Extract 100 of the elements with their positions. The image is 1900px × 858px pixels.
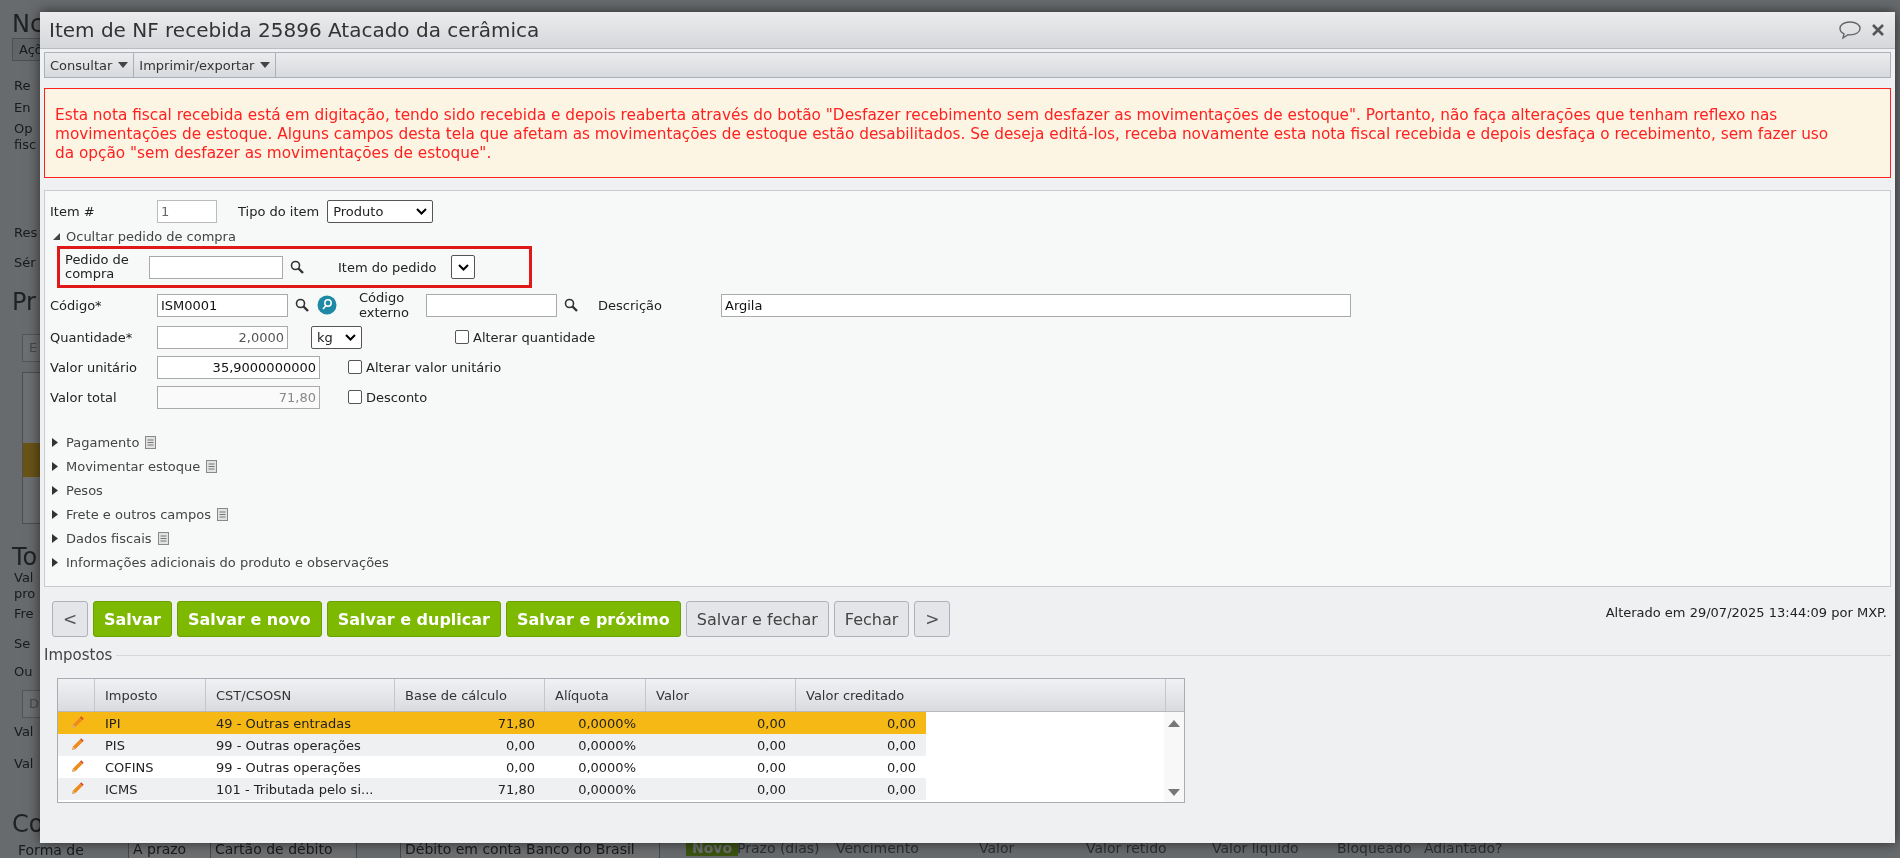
scroll-up-icon[interactable] [1167, 718, 1181, 728]
triangle-icon [52, 508, 59, 520]
chevron-icon [416, 208, 428, 215]
chevron-icon [345, 333, 356, 341]
table-cell-text: 0,00 [756, 737, 787, 753]
section-toggle[interactable]: Pagamento [50, 434, 140, 450]
section-toggle[interactable]: Frete e outros campos [50, 506, 211, 522]
chat-icon[interactable] [1838, 20, 1862, 40]
column-header: Adiantado? [1424, 840, 1503, 856]
table-cell-text: 0,00 [886, 781, 917, 797]
triangle-icon [52, 460, 59, 472]
column-header: Prazo (dias) [737, 840, 820, 856]
table-cell-text: 71,80 [496, 715, 536, 731]
table-cell-text: 71,80 [496, 781, 536, 797]
table-cell-text: 0,00 [505, 759, 536, 775]
checkbox[interactable]: Desconto [348, 389, 428, 405]
input-field[interactable]: ISM0001 [157, 293, 288, 317]
table-cell-text: 0,00 [886, 759, 917, 775]
section-toggle[interactable]: Informações adicionais do produto e observações [50, 554, 389, 570]
page-label: Op [14, 121, 33, 136]
select-field[interactable] [451, 255, 476, 279]
select-field[interactable]: Produto [327, 200, 434, 223]
menu-button[interactable]: Imprimir/exportar [134, 53, 277, 77]
modified-info: Alterado em 29/07/2025 13:44:09 por MXP. [1605, 605, 1887, 620]
column-header[interactable]: Alíquota [545, 679, 646, 711]
checkbox[interactable]: Alterar valor unitário [348, 359, 502, 375]
table-cell-text: PIS [104, 737, 126, 753]
nav-button[interactable]: < [52, 601, 88, 637]
action-button[interactable]: Salvar e fechar [685, 601, 829, 637]
page-heading: To [12, 543, 38, 571]
input-field[interactable]: Argila [721, 293, 1351, 317]
column-header[interactable]: Imposto [95, 679, 206, 711]
field-label: Valor unitário [50, 359, 138, 375]
window-title: Item de NF recebida 25896 Atacado da cerâmica [49, 18, 540, 42]
input-field[interactable] [426, 293, 557, 317]
page-label: Val [14, 570, 34, 585]
column-header[interactable]: Valor creditado [796, 679, 1166, 711]
section-toggle[interactable]: Pesos [50, 482, 103, 498]
table-cell-text: 0,0000% [577, 715, 637, 731]
field-label: Item do pedido [338, 259, 437, 275]
section-toggle[interactable]: Dados fiscais [50, 530, 152, 546]
nav-button[interactable]: > [914, 601, 951, 637]
table-cell-text: 0,0000% [577, 759, 637, 775]
page-label: Val [14, 756, 34, 771]
chevron-icon [457, 263, 469, 271]
table-cell-text: COFINS [104, 759, 155, 775]
table-cell-text: 99 - Outras operações [215, 737, 362, 753]
page-label: En [14, 100, 31, 115]
page-label: Val [14, 724, 34, 739]
checkbox[interactable]: Alterar quantidade [455, 329, 596, 345]
input-field[interactable]: 2,0000 [157, 325, 288, 349]
warning-message: Esta nota fiscal recebida está em digitação, tendo sido recebida e depois reaberta através do botão "Desfazer recebimento sem desfazer as movimentações de estoque". Portanto, não faça alterações que tenham reflexo nas movimentações de estoque. Alguns campos desta tela que afetam as movimentações de estoque estão desabilitados. Se deseja editá-los, receba novamente esta nota fiscal recebida e depois desfaça o recebimento, sem fazer uso da opção "sem desfazer as movimentações de estoque". [44, 88, 1891, 178]
field-label: Tipo do item [238, 204, 320, 219]
field-label: Quantidade* [50, 329, 134, 345]
column-header[interactable]: Valor [646, 679, 796, 711]
column-header[interactable]: Base de cálculo [395, 679, 545, 711]
scrollbar[interactable] [1164, 712, 1184, 802]
caret-icon [260, 62, 271, 68]
table-cell-text: 0,0000% [577, 737, 637, 753]
search-icon[interactable] [564, 298, 578, 312]
triangle-icon [52, 532, 59, 544]
collapse-toggle[interactable]: Ocultar pedido de compra [50, 226, 236, 246]
table-cell-text: 0,00 [756, 715, 787, 731]
triangle-icon [52, 484, 59, 496]
table-row[interactable]: ICMS 101 - Tributada pelo si... 71,80 0,0000% 0,00 0,00 [58, 778, 926, 800]
input-field[interactable]: 35,9000000000 [157, 355, 320, 379]
table-cell-text: 0,0000% [577, 781, 637, 797]
page-label: Res [14, 225, 38, 240]
table-cell-text: ICMS [104, 781, 139, 797]
menu-button[interactable]: Consultar [45, 53, 135, 77]
close-icon[interactable] [1871, 23, 1885, 37]
field-label: Valor total [50, 389, 118, 405]
column-header: Vencimento [836, 840, 919, 856]
field-label: Descrição [598, 297, 663, 313]
table-cell-text: 0,00 [886, 737, 917, 753]
unit-select[interactable]: kg [311, 325, 362, 349]
search-icon[interactable] [290, 260, 304, 274]
scroll-down-icon[interactable] [1167, 788, 1181, 798]
field-label: Código externo [359, 290, 410, 320]
document-icon[interactable] [157, 531, 169, 545]
input-field[interactable]: 1 [157, 200, 217, 223]
search-icon[interactable] [295, 298, 309, 312]
table-cell-text: 0,00 [505, 737, 536, 753]
action-button[interactable]: Fechar [833, 601, 910, 637]
page-label: Se [14, 636, 31, 651]
column-header[interactable]: CST/CSOSN [206, 679, 395, 711]
document-icon[interactable] [145, 435, 157, 449]
field-label: Pedido de compra [65, 253, 130, 281]
lookup-icon[interactable] [317, 295, 337, 315]
table-row[interactable]: IPI 49 - Outras entradas 71,80 0,0000% 0,00 0,00 [58, 712, 926, 734]
table-cell-text: 0,00 [756, 781, 787, 797]
section-toggle[interactable]: Movimentar estoque [50, 458, 201, 474]
triangle-icon [52, 231, 61, 241]
document-icon[interactable] [206, 459, 218, 473]
column-header: Valor líquido [1212, 840, 1299, 856]
document-icon[interactable] [216, 507, 228, 521]
input-field[interactable] [149, 255, 283, 279]
triangle-icon [52, 436, 59, 448]
table-row[interactable]: PIS 99 - Outras operações 0,00 0,0000% 0,00 0,00 [58, 734, 926, 756]
table-cell-text: 0,00 [886, 715, 917, 731]
